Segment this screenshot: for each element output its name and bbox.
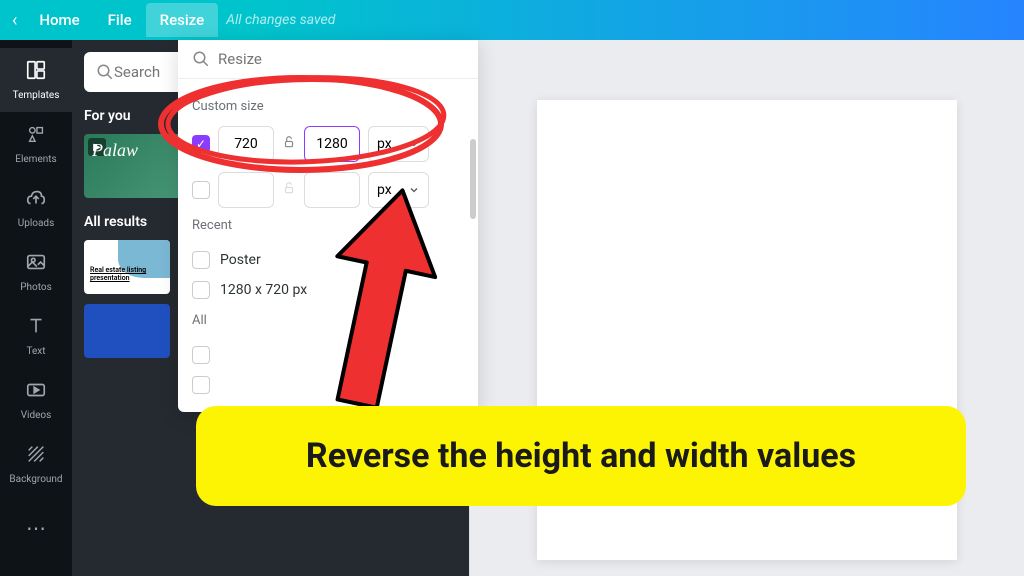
search-icon <box>96 63 114 81</box>
sidebar-item-templates[interactable]: Templates <box>0 48 72 112</box>
sidebar-item-label: Photos <box>20 282 52 293</box>
unit-select[interactable]: px <box>368 126 429 162</box>
sidebar-item-label: Text <box>26 346 45 357</box>
sidebar-item-uploads[interactable]: Uploads <box>0 176 72 240</box>
lock-icon[interactable] <box>282 135 296 153</box>
chevron-down-icon <box>408 184 420 196</box>
recent-item-dimensions[interactable]: 1280 x 720 px <box>192 275 464 305</box>
custom-size-checkbox[interactable]: ✓ <box>192 135 210 153</box>
recent-item-label: 1280 x 720 px <box>220 282 307 298</box>
all-item[interactable] <box>192 340 464 370</box>
custom-size-row-2: px <box>192 172 464 208</box>
lock-icon[interactable] <box>282 181 296 199</box>
uploads-icon <box>25 187 47 214</box>
custom-size-label: Custom size <box>192 99 464 114</box>
back-icon[interactable]: ‹ <box>12 10 17 31</box>
all-item[interactable] <box>192 370 464 400</box>
resize-search-input[interactable] <box>218 50 464 68</box>
videos-icon <box>25 379 47 406</box>
play-icon: ▶ <box>88 138 106 156</box>
annotation-text: Reverse the height and width values <box>196 406 966 506</box>
recent-item-poster[interactable]: Poster <box>192 245 464 275</box>
sidebar: Templates Elements Uploads Photos Text <box>0 40 72 576</box>
sidebar-item-label: Background <box>9 474 62 485</box>
resize-dropdown: Custom size ✓ px <box>178 40 478 412</box>
template-thumb[interactable] <box>84 304 170 358</box>
checkbox[interactable] <box>192 281 210 299</box>
sidebar-item-more[interactable]: ⋯ <box>0 496 72 560</box>
template-thumb[interactable]: Real estate listing presentation <box>84 240 170 294</box>
recent-item-label: Poster <box>220 252 261 268</box>
more-icon: ⋯ <box>26 516 46 540</box>
sidebar-item-elements[interactable]: Elements <box>0 112 72 176</box>
checkbox[interactable] <box>192 376 210 394</box>
resize-search[interactable] <box>178 40 478 79</box>
height-input[interactable] <box>304 126 360 162</box>
menu-file[interactable]: File <box>94 3 146 37</box>
custom-size-checkbox[interactable] <box>192 181 210 199</box>
unit-value: px <box>377 136 392 152</box>
photos-icon <box>25 251 47 278</box>
menu-resize[interactable]: Resize <box>146 3 218 37</box>
elements-icon <box>25 123 47 150</box>
search-icon <box>192 50 210 68</box>
topbar: ‹ Home File Resize All changes saved <box>0 0 1024 40</box>
all-label: All <box>192 313 464 328</box>
save-status: All changes saved <box>226 12 335 28</box>
menu-home[interactable]: Home <box>25 3 93 37</box>
scrollbar[interactable] <box>470 139 476 219</box>
sidebar-item-label: Uploads <box>18 218 54 229</box>
chevron-down-icon <box>408 138 420 150</box>
sidebar-item-text[interactable]: Text <box>0 304 72 368</box>
sidebar-item-label: Elements <box>15 154 56 165</box>
width-input-2[interactable] <box>218 172 274 208</box>
sidebar-item-photos[interactable]: Photos <box>0 240 72 304</box>
sidebar-item-label: Templates <box>13 90 60 101</box>
sidebar-item-background[interactable]: Background <box>0 432 72 496</box>
checkbox[interactable] <box>192 346 210 364</box>
text-icon <box>25 315 47 342</box>
sidebar-item-videos[interactable]: Videos <box>0 368 72 432</box>
width-input[interactable] <box>218 126 274 162</box>
recent-label: Recent <box>192 218 464 233</box>
checkbox[interactable] <box>192 251 210 269</box>
unit-select-2[interactable]: px <box>368 172 429 208</box>
templates-icon <box>25 59 47 86</box>
height-input-2[interactable] <box>304 172 360 208</box>
sidebar-item-label: Videos <box>21 410 52 421</box>
custom-size-row: ✓ px <box>192 126 464 162</box>
background-icon <box>25 443 47 470</box>
thumb-title: Real estate listing presentation <box>90 266 170 282</box>
